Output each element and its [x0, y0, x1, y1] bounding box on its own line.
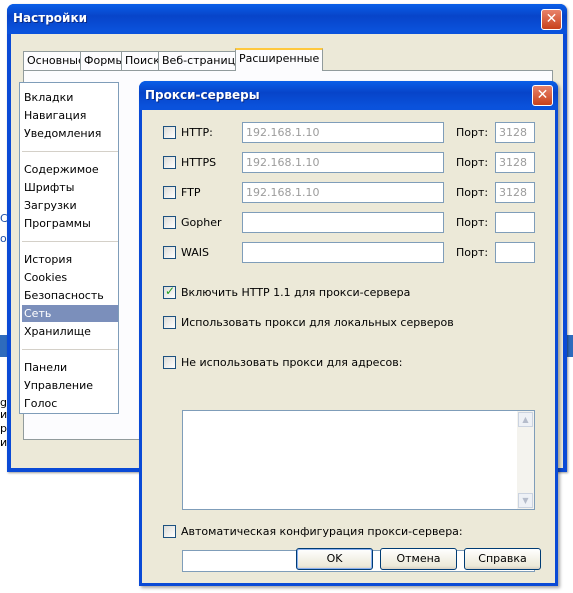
https-port-label: Порт:	[456, 156, 489, 169]
category-item-history[interactable]: История	[22, 251, 118, 268]
textarea-scrollbar[interactable]: ▲ ▼	[517, 411, 534, 509]
http-port-label: Порт:	[456, 126, 489, 139]
ftp-port-field[interactable]: 3128	[495, 182, 535, 203]
auto-config-checkbox[interactable]	[163, 525, 176, 538]
category-separator	[22, 151, 118, 152]
http-port-field[interactable]: 3128	[495, 122, 535, 143]
category-item-control[interactable]: Управление	[22, 377, 118, 394]
proxy-servers-dialog: Прокси-серверы ✕ HTTP: 192.168.1.10 Порт…	[139, 81, 558, 586]
no-proxy-addresses-textarea[interactable]: ▲ ▼	[182, 410, 535, 510]
proxy-dialog-title: Прокси-серверы	[145, 88, 260, 102]
https-checkbox[interactable]	[163, 156, 176, 169]
settings-title: Настройки	[13, 11, 88, 25]
category-item-tabs[interactable]: Вкладки	[22, 89, 118, 106]
http11-checkbox[interactable]: ✓	[163, 284, 176, 299]
https-address-field[interactable]: 192.168.1.10	[242, 152, 444, 173]
auto-config-label: Автоматическая конфигурация прокси-серве…	[181, 525, 463, 538]
https-port-field[interactable]: 3128	[495, 152, 535, 173]
background-text-fragment: о	[0, 232, 7, 245]
category-item-navigation[interactable]: Навигация	[22, 107, 118, 124]
wais-checkbox[interactable]	[163, 246, 176, 259]
category-item-toolbars[interactable]: Панели	[22, 359, 118, 376]
category-item-storage[interactable]: Хранилище	[22, 323, 118, 340]
wais-label: WAIS	[181, 246, 210, 259]
ftp-label: FTP	[181, 186, 201, 199]
cancel-button[interactable]: Отмена	[380, 548, 457, 570]
scroll-up-icon[interactable]: ▲	[518, 412, 533, 427]
settings-titlebar[interactable]: Настройки ✕	[7, 4, 567, 34]
category-item-downloads[interactable]: Загрузки	[22, 197, 118, 214]
gopher-label: Gopher	[181, 216, 222, 229]
http-checkbox[interactable]	[163, 126, 176, 139]
category-item-content[interactable]: Содержимое	[22, 161, 118, 178]
proxy-titlebar[interactable]: Прокси-серверы ✕	[139, 81, 558, 110]
scroll-down-icon[interactable]: ▼	[518, 493, 533, 508]
category-item-security[interactable]: Безопасность	[22, 287, 118, 304]
http11-label: Включить HTTP 1.1 для прокси-сервера	[181, 286, 411, 299]
background-text-fragment: р	[0, 422, 7, 435]
ftp-port-label: Порт:	[456, 186, 489, 199]
gopher-checkbox[interactable]	[163, 216, 176, 229]
category-item-network[interactable]: Сеть	[22, 305, 118, 322]
ftp-checkbox[interactable]	[163, 186, 176, 199]
no-proxy-label: Не использовать прокси для адресов:	[181, 356, 403, 369]
tab-basic[interactable]: Основные	[23, 51, 89, 70]
category-item-cookies[interactable]: Cookies	[22, 269, 118, 286]
category-separator	[22, 349, 118, 350]
gopher-address-field[interactable]	[242, 212, 444, 233]
ftp-address-field[interactable]: 192.168.1.10	[242, 182, 444, 203]
gopher-port-label: Порт:	[456, 216, 489, 229]
no-proxy-checkbox[interactable]	[163, 356, 176, 369]
category-separator	[22, 241, 118, 242]
http-address-field[interactable]: 192.168.1.10	[242, 122, 444, 143]
checkmark-icon: ✓	[165, 284, 176, 298]
wais-port-label: Порт:	[456, 246, 489, 259]
http-label: HTTP:	[181, 126, 213, 139]
category-item-notifications[interactable]: Уведомления	[22, 125, 118, 142]
proxy-client-area: HTTP: 192.168.1.10 Порт: 3128 HTTPS 192.…	[142, 110, 555, 583]
ok-button[interactable]: OK	[296, 548, 373, 570]
https-label: HTTPS	[181, 156, 217, 169]
category-item-voice[interactable]: Голос	[22, 395, 118, 412]
category-item-programs[interactable]: Программы	[22, 215, 118, 232]
wais-address-field[interactable]	[242, 242, 444, 263]
category-item-fonts[interactable]: Шрифты	[22, 179, 118, 196]
settings-close-button[interactable]: ✕	[541, 9, 562, 30]
wais-port-field[interactable]	[495, 242, 535, 263]
tab-advanced[interactable]: Расширенные	[235, 48, 324, 71]
local-servers-checkbox[interactable]	[163, 316, 176, 329]
category-list[interactable]: Вкладки Навигация Уведомления Содержимое…	[19, 82, 119, 414]
help-button[interactable]: Справка	[464, 548, 541, 570]
local-servers-label: Использовать прокси для локальных сервер…	[181, 316, 454, 329]
proxy-close-button[interactable]: ✕	[532, 85, 553, 106]
gopher-port-field[interactable]	[495, 212, 535, 233]
